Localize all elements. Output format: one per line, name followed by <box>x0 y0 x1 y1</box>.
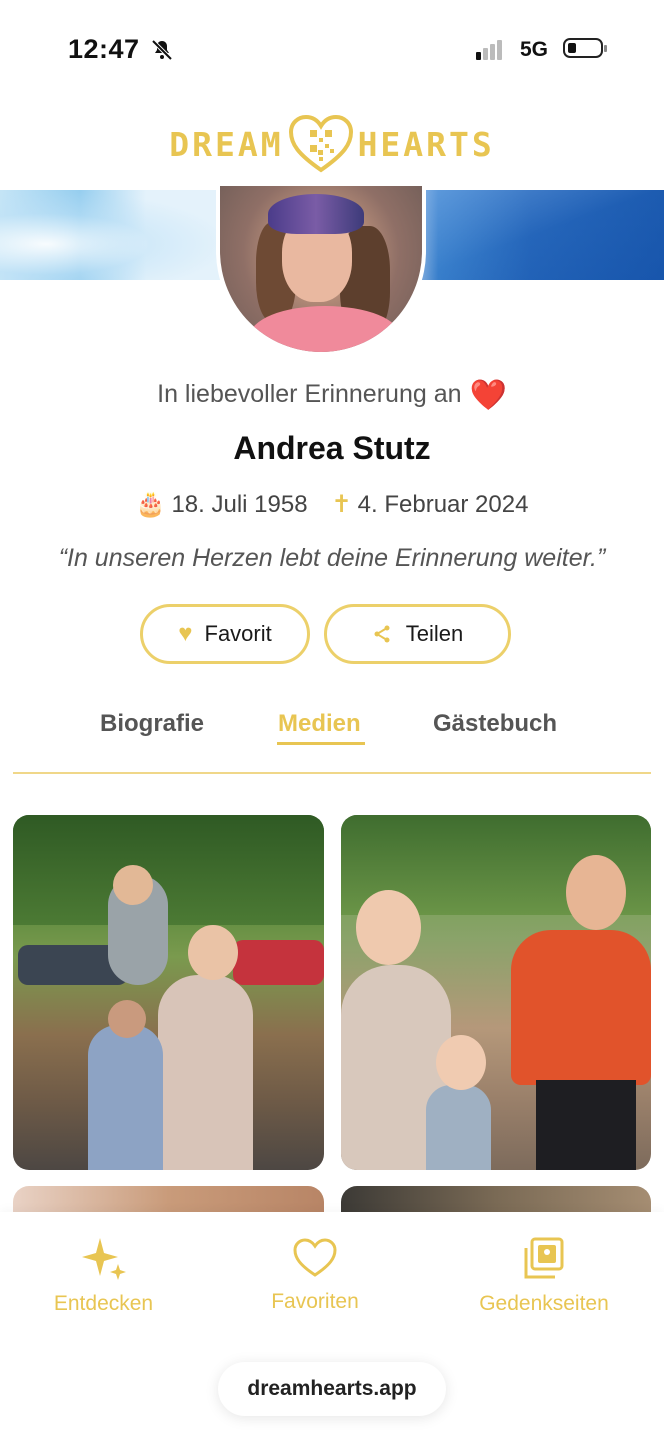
signal-icon <box>476 40 504 60</box>
tab-divider <box>13 772 651 774</box>
media-photo[interactable] <box>13 815 324 1170</box>
nav-gedenkseiten[interactable]: Gedenkseiten <box>470 1236 618 1316</box>
tab-medien[interactable]: Medien <box>278 710 361 738</box>
birthday-cake-icon: 🎂 <box>135 491 166 518</box>
cross-icon: ✝ <box>331 491 352 518</box>
nav-entdecken[interactable]: Entdecken <box>46 1236 161 1316</box>
profile-avatar[interactable] <box>216 186 426 356</box>
heart-qr-icon <box>288 114 353 173</box>
sparkles-icon <box>81 1238 126 1280</box>
memorial-quote: “In unseren Herzen lebt deine Erinnerung… <box>58 544 606 572</box>
app-logo[interactable]: DREAM HEARTS <box>0 114 664 174</box>
heart-outline-icon <box>293 1238 337 1277</box>
heart-icon: ♥ <box>178 620 193 647</box>
birth-date: 18. Juli 1958 <box>171 491 308 518</box>
status-time: 12:47 <box>68 34 140 64</box>
nav-label: Gedenkseiten <box>479 1292 609 1315</box>
memory-caption: In liebevoller Erinnerung an ❤️ <box>0 378 664 413</box>
browser-url-bar[interactable]: dreamhearts.app <box>218 1362 446 1416</box>
media-photo[interactable] <box>341 815 651 1170</box>
profile-name: Andrea Stutz <box>233 430 431 466</box>
death-date: 4. Februar 2024 <box>357 491 529 518</box>
photo-stack-icon <box>524 1237 564 1279</box>
network-type: 5G <box>520 38 549 61</box>
share-label: Teilen <box>405 621 464 646</box>
tab-gaestebuch[interactable]: Gästebuch <box>433 710 557 738</box>
favorite-button[interactable]: ♥ Favorit <box>140 604 310 664</box>
nav-label: Entdecken <box>53 1292 154 1315</box>
battery-icon <box>563 38 607 58</box>
favorite-label: Favorit <box>204 621 272 646</box>
nav-favoriten[interactable]: Favoriten <box>262 1236 368 1314</box>
share-button[interactable]: Teilen <box>324 604 511 664</box>
life-dates: 🎂 18. Juli 1958 ✝ 4. Februar 2024 <box>0 490 664 519</box>
nav-label: Favoriten <box>271 1290 359 1313</box>
tab-biografie[interactable]: Biografie <box>100 710 204 738</box>
logo-text-left: DREAM <box>169 124 284 164</box>
share-icon <box>374 625 390 643</box>
bell-muted-icon <box>151 39 173 61</box>
logo-text-right: HEARTS <box>357 124 495 164</box>
red-heart-icon: ❤️ <box>469 379 507 412</box>
memory-text: In liebevoller Erinnerung an <box>157 380 462 408</box>
active-tab-indicator <box>277 742 365 745</box>
